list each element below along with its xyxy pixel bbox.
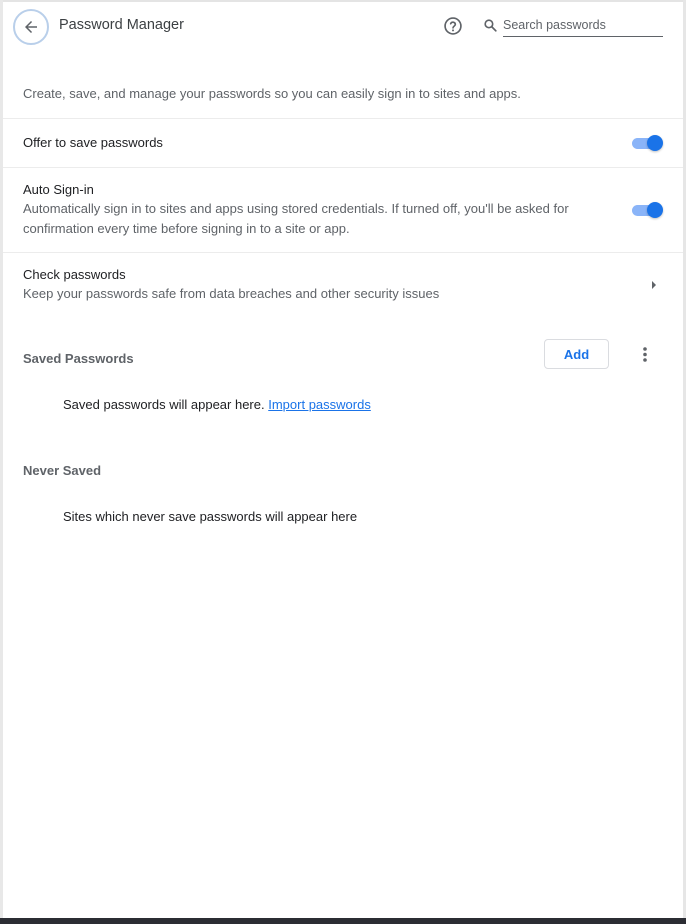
check-passwords-label[interactable]: Check passwords <box>23 267 126 282</box>
add-password-button[interactable]: Add <box>544 339 609 369</box>
saved-passwords-empty-message: Saved passwords will appear here. Import… <box>63 397 371 412</box>
back-button[interactable] <box>13 9 49 45</box>
offer-to-save-toggle[interactable] <box>631 134 663 152</box>
window-left-border <box>0 0 3 918</box>
saved-passwords-empty-text: Saved passwords will appear here. <box>63 397 265 412</box>
check-passwords-description: Keep your passwords safe from data breac… <box>23 286 440 301</box>
import-passwords-link[interactable]: Import passwords <box>268 397 371 412</box>
auto-sign-in-toggle[interactable] <box>631 201 663 219</box>
toggle-knob <box>647 135 663 151</box>
never-saved-heading: Never Saved <box>23 463 102 478</box>
help-circle-icon[interactable] <box>443 16 463 36</box>
divider <box>3 252 683 253</box>
intro-description: Create, save, and manage your passwords … <box>23 86 521 101</box>
divider <box>3 167 683 168</box>
search-icon <box>484 19 497 32</box>
more-vertical-icon[interactable] <box>636 344 654 364</box>
saved-passwords-heading: Saved Passwords <box>23 351 134 366</box>
page-title: Password Manager <box>59 17 184 33</box>
offer-to-save-label: Offer to save passwords <box>23 135 163 150</box>
password-manager-page: Password Manager Create, save, and manag… <box>0 0 686 924</box>
search-input[interactable] <box>503 14 663 37</box>
search-box <box>483 12 663 38</box>
toggle-knob <box>647 202 663 218</box>
auto-sign-in-description: Automatically sign in to sites and apps … <box>23 201 569 236</box>
arrow-left-icon <box>25 21 37 33</box>
chevron-right-icon[interactable] <box>650 279 658 291</box>
window-top-border <box>0 0 686 2</box>
auto-sign-in-label: Auto Sign-in <box>23 182 94 197</box>
never-saved-empty-message: Sites which never save passwords will ap… <box>63 509 358 524</box>
taskbar-strip <box>0 918 686 924</box>
divider <box>3 118 683 119</box>
